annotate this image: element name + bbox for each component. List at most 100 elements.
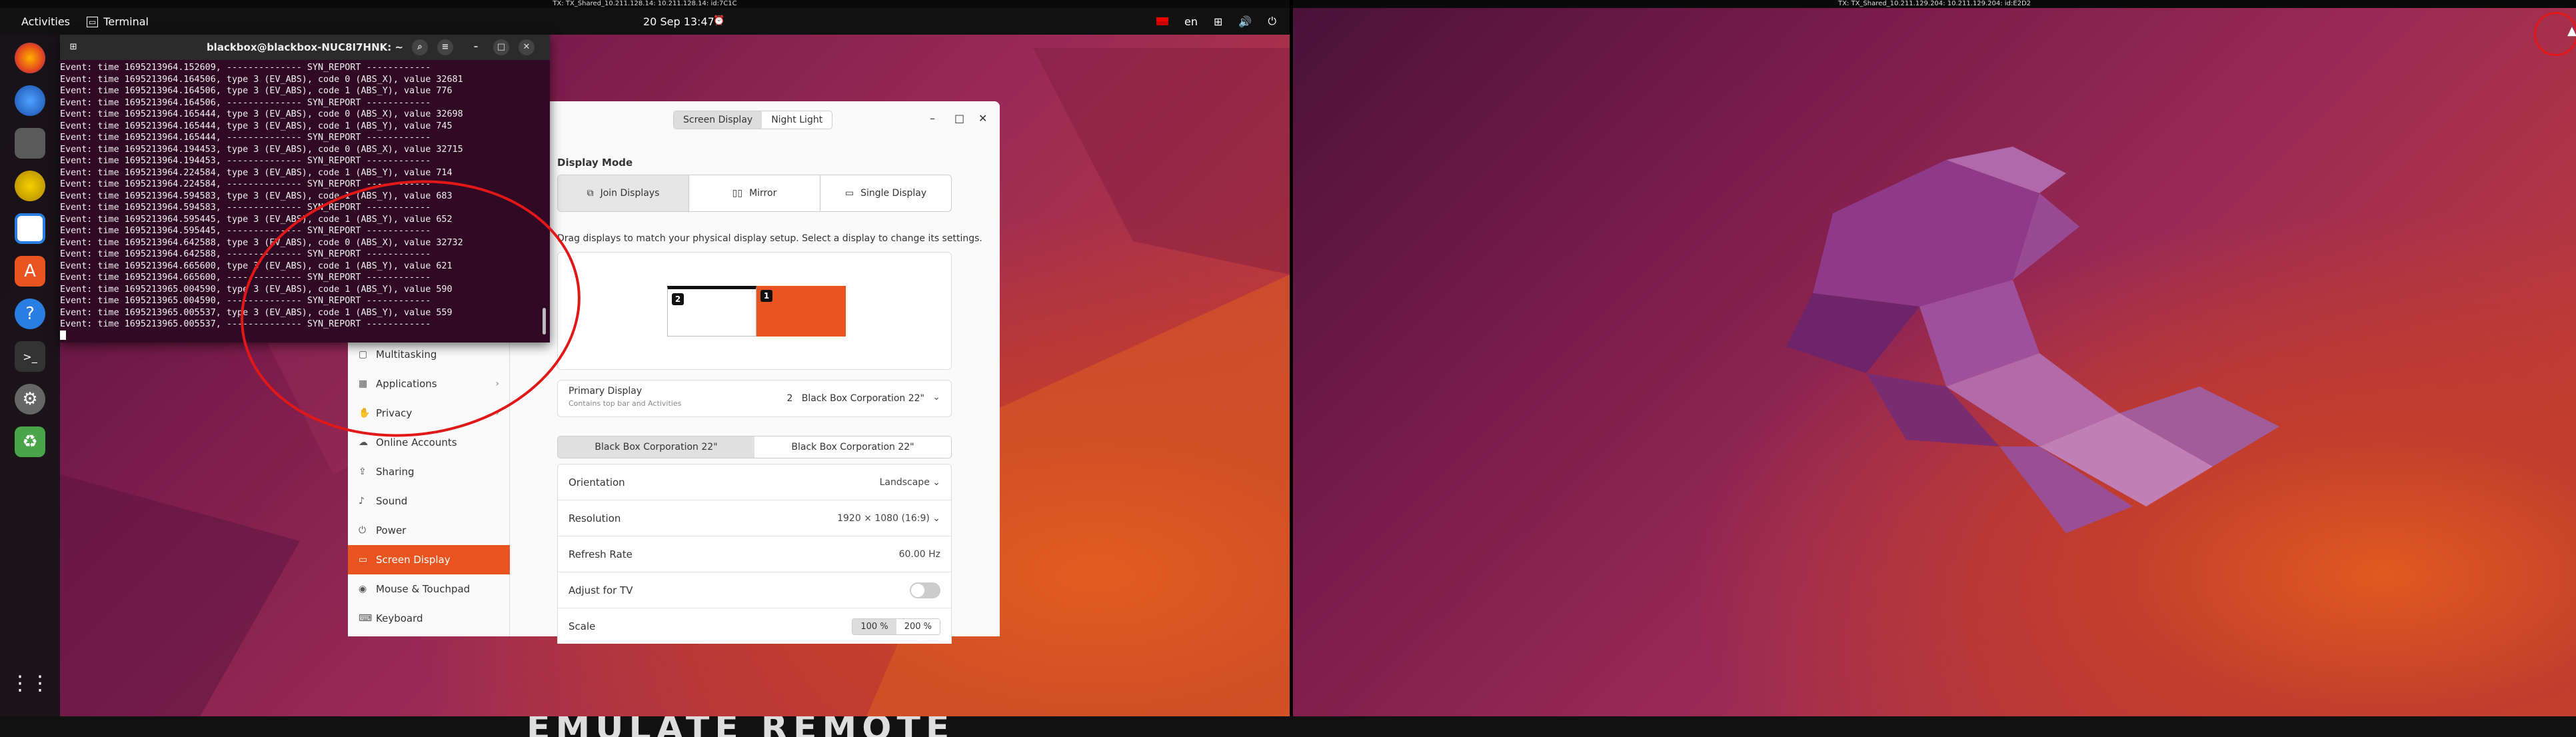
adjust-for-tv-toggle[interactable] [910, 582, 940, 598]
display-mode-group: ⧉ Join Displays ▯▯ Mirror ▭ Single Display [557, 175, 952, 212]
activities-button[interactable]: Activities [21, 15, 70, 28]
sidebar-item-label: Power [376, 524, 407, 536]
text-cursor [60, 331, 66, 340]
settings-icon[interactable]: ⚙ [15, 384, 45, 414]
chevron-down-icon: ⌄ [932, 392, 940, 402]
primary-display-sublabel: Contains top bar and Activities [569, 399, 682, 408]
terminal-line: Event: time 1695213964.224584, type 3 (E… [60, 167, 453, 178]
refresh-rate-row[interactable]: Refresh Rate 60.00 Hz [558, 536, 951, 572]
scale-buttons: 100 % 200 % [852, 618, 940, 635]
terminal-line: Event: time 1695213964.165444, type 3 (E… [60, 109, 463, 119]
header-tabs: Screen Display Night Light [673, 111, 833, 129]
banner-text: EMULATE REMOTE [527, 716, 955, 737]
sidebar-item-screen-display[interactable]: ▭ Screen Display [348, 545, 510, 574]
input-flag-icon [1156, 17, 1169, 25]
sound-icon: ♪ [359, 496, 365, 506]
tx-session-title: TX: TX_Shared_10.211.129.204: 10.211.129… [1293, 0, 2576, 8]
sidebar-item-mouse-touchpad[interactable]: ◉ Mouse & Touchpad [348, 574, 510, 604]
power-menu-icon: ⏻ [1268, 15, 1276, 27]
row-label: Scale [569, 620, 596, 632]
sidebar-item-keyboard[interactable]: ⌨ Keyboard [348, 604, 510, 633]
adjust-for-tv-row[interactable]: Adjust for TV [558, 572, 951, 608]
help-icon[interactable]: ? [15, 299, 45, 329]
search-icon[interactable]: ⌕ [412, 39, 428, 55]
refresh-rate-value: 60.00 Hz [898, 548, 940, 560]
rhythmbox-icon[interactable] [15, 171, 45, 201]
bottom-banner: EMULATE REMOTE [0, 716, 2576, 737]
terminal-line: Event: time 1695213964.165444, type 3 (E… [60, 121, 453, 131]
arrangement-hint: Drag displays to match your physical dis… [557, 233, 982, 244]
top-bar: Activities ▭ Terminal 20 Sep 13:47 ⏰ en … [0, 8, 1290, 35]
cloud-icon: ☁ [359, 437, 368, 448]
sidebar-item-sharing[interactable]: ⇪ Sharing [348, 457, 510, 486]
settings-header: Screen Display Night Light – □ ✕ [510, 101, 1000, 140]
sidebar-item-label: Online Accounts [376, 436, 457, 448]
close-icon[interactable]: ✕ [519, 39, 535, 55]
mode-label: Join Displays [600, 188, 660, 199]
monitor-2[interactable]: 2 [667, 286, 756, 337]
software-icon[interactable]: A [15, 256, 45, 287]
thunderbird-icon[interactable] [15, 85, 45, 116]
monitor-tabs: Black Box Corporation 22" Black Box Corp… [557, 436, 952, 458]
monitor-number: 1 [760, 290, 772, 302]
orientation-row[interactable]: Orientation Landscape ⌄ [558, 464, 951, 500]
keyboard-icon: ⌨ [359, 613, 373, 624]
row-label: Refresh Rate [569, 548, 633, 560]
scale-200-button[interactable]: 200 % [896, 618, 940, 634]
sidebar-item-power[interactable]: ⏻ Power [348, 516, 510, 545]
monitor-1[interactable]: 1 [756, 286, 846, 337]
orientation-dropdown[interactable]: Landscape ⌄ [880, 477, 940, 488]
row-label: Orientation [569, 476, 625, 488]
writer-icon[interactable] [15, 213, 45, 244]
row-label: Resolution [569, 512, 621, 524]
system-tray[interactable]: en ⊞ 🔊 ⏻ [1156, 15, 1276, 28]
files-icon[interactable] [15, 128, 45, 159]
close-icon[interactable]: ✕ [978, 112, 987, 125]
display-mode-label: Display Mode [557, 157, 633, 169]
mode-label: Mirror [749, 188, 777, 199]
show-apps-icon[interactable]: ⋮⋮ [10, 668, 50, 698]
terminal-icon[interactable]: >_ [15, 341, 45, 372]
scale-row: Scale 100 % 200 % [558, 608, 951, 644]
menu-icon[interactable]: ≡ [437, 39, 453, 55]
tab-monitor-2[interactable]: Black Box Corporation 22" [754, 436, 951, 458]
chevron-down-icon: ⌄ [932, 476, 940, 488]
dock: A ? >_ ⚙ ♻ ⋮⋮ [0, 35, 60, 716]
sidebar-item-label: Keyboard [376, 612, 423, 624]
display-icon: ▭ [359, 554, 368, 565]
maximize-icon[interactable]: □ [954, 112, 964, 125]
mode-label: Single Display [860, 188, 927, 199]
clock[interactable]: 20 Sep 13:47 [643, 15, 714, 28]
scale-100-button[interactable]: 100 % [852, 618, 896, 634]
join-displays-button[interactable]: ⧉ Join Displays [558, 175, 689, 211]
mirror-button[interactable]: ▯▯ Mirror [689, 175, 820, 211]
trash-icon[interactable]: ♻ [15, 426, 45, 457]
app-menu[interactable]: ▭ Terminal [87, 15, 149, 28]
display-arrangement: 2 1 [557, 252, 952, 370]
terminal-line: Event: time 1695213964.194453, type 3 (E… [60, 144, 463, 155]
terminal-line: Event: time 1695213964.164506, type 3 (E… [60, 86, 453, 96]
left-screen: TX: TX_Shared_10.211.128.14: 10.211.128.… [0, 0, 1290, 716]
language-indicator[interactable]: en [1184, 15, 1198, 28]
single-display-button[interactable]: ▭ Single Display [820, 175, 951, 211]
minimize-icon[interactable]: – [930, 112, 935, 125]
tab-monitor-1[interactable]: Black Box Corporation 22" [558, 436, 754, 458]
primary-display-value: 2 Black Box Corporation 22" [786, 393, 924, 404]
single-display-icon: ▭ [844, 188, 854, 199]
minimize-icon[interactable]: – [468, 39, 484, 55]
chevron-down-icon: ⌄ [932, 512, 940, 524]
tab-night-light[interactable]: Night Light [762, 111, 832, 129]
primary-display-row[interactable]: Primary Display Contains top bar and Act… [557, 380, 952, 417]
terminal-line: Event: time 1695213964.164506, type 3 (E… [60, 74, 463, 85]
row-label: Adjust for TV [569, 584, 633, 596]
resolution-dropdown[interactable]: 1920 × 1080 (16:9) ⌄ [837, 513, 940, 524]
maximize-icon[interactable]: □ [493, 39, 509, 55]
share-icon: ⇪ [359, 466, 367, 477]
sidebar-item-sound[interactable]: ♪ Sound [348, 486, 510, 516]
tab-screen-display[interactable]: Screen Display [674, 111, 762, 129]
sidebar-item-label: Mouse & Touchpad [376, 583, 471, 595]
resolution-row[interactable]: Resolution 1920 × 1080 (16:9) ⌄ [558, 500, 951, 536]
firefox-icon[interactable] [15, 43, 45, 73]
cursor-icon: ▲ [2567, 24, 2576, 38]
terminal-line: Event: time 1695213964.165444, ---------… [60, 133, 431, 143]
